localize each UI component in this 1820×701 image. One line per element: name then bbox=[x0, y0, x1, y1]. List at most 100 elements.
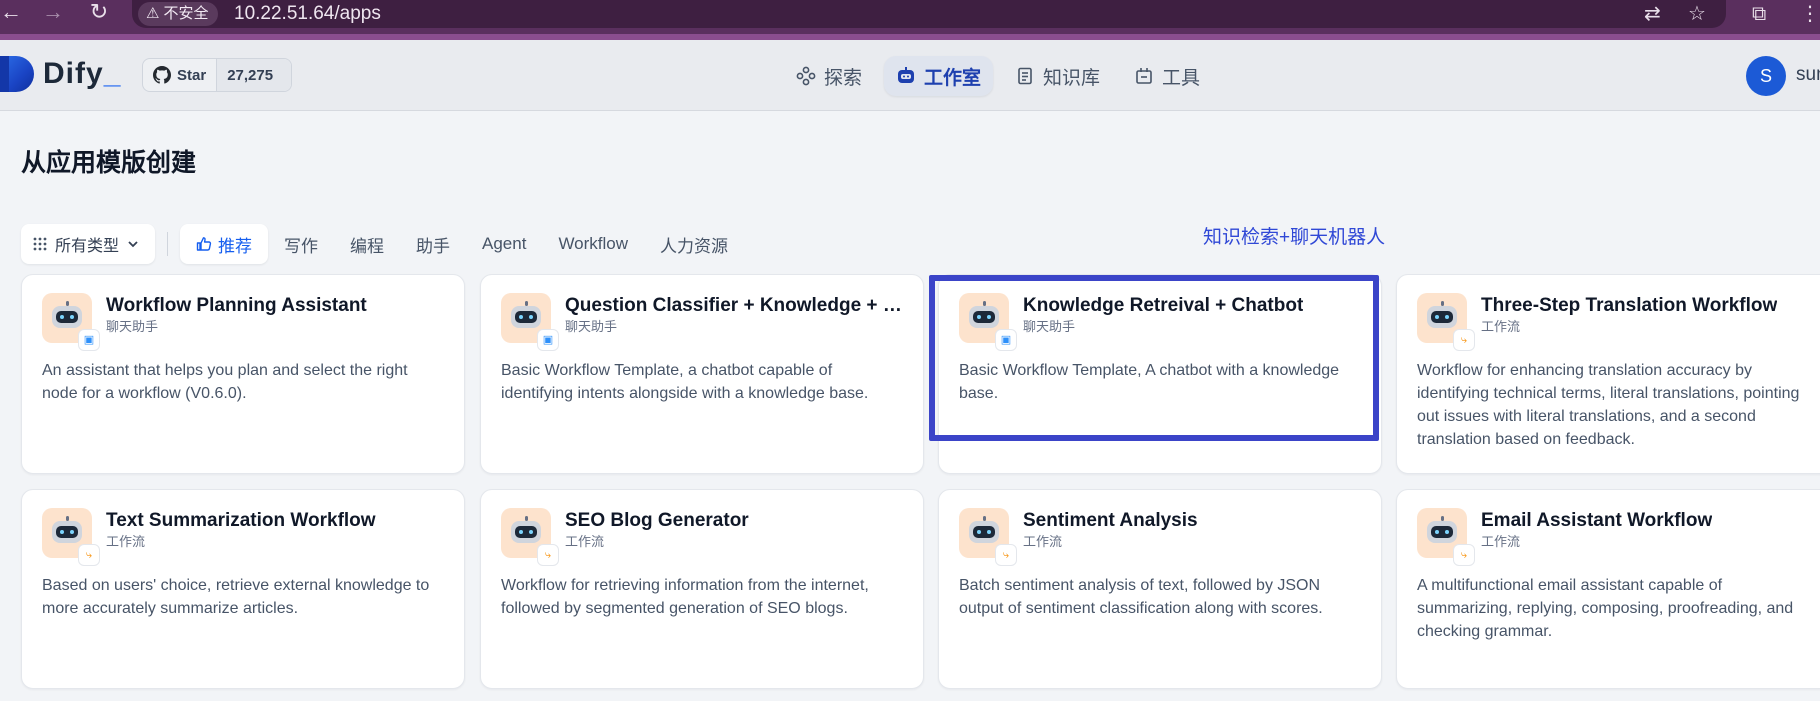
chat-badge-icon: ▣ bbox=[995, 329, 1017, 351]
card-titles: Email Assistant Workflow 工作流 bbox=[1481, 508, 1712, 560]
card-description: Workflow for retrieving information from… bbox=[501, 577, 869, 617]
card-titles: Knowledge Retreival + Chatbot 聊天助手 bbox=[1023, 293, 1303, 345]
github-star-count: 27,275 bbox=[217, 59, 291, 91]
card-type: 聊天助手 bbox=[565, 319, 618, 334]
card-title: Question Classifier + Knowledge + C... bbox=[565, 295, 903, 316]
translate-icon[interactable]: ⇄ bbox=[1644, 2, 1661, 26]
forward-icon[interactable]: → bbox=[38, 0, 68, 30]
github-star-button[interactable]: Star 27,275 bbox=[142, 58, 292, 92]
card-title: Text Summarization Workflow bbox=[106, 510, 376, 531]
warning-icon: ⚠ bbox=[146, 5, 160, 22]
app-icon: ⤷ bbox=[1417, 293, 1475, 351]
template-card[interactable]: ⤷ SEO Blog Generator 工作流 Workflow for retri… bbox=[480, 489, 924, 689]
card-title: Email Assistant Workflow bbox=[1481, 510, 1713, 531]
tab-workflow[interactable]: Workflow bbox=[542, 224, 644, 264]
card-header: ▣ Question Classifier + Knowledge + C... 聊… bbox=[501, 293, 903, 351]
card-type: 聊天助手 bbox=[106, 319, 159, 334]
nav-explore[interactable]: 探索 bbox=[784, 56, 874, 96]
address-bar[interactable]: ⚠ 不安全 10.22.51.64/apps ⇄ ☆ bbox=[132, 0, 1726, 28]
browser-toolbar: ← → ↻ ⚠ 不安全 10.22.51.64/apps ⇄ ☆ ⧉ ⋮ bbox=[0, 0, 1820, 40]
tab-hr[interactable]: 人力资源 bbox=[644, 224, 744, 264]
card-header: ⤷ Sentiment Analysis 工作流 bbox=[959, 508, 1361, 566]
card-description: Workflow for enhancing translation accur… bbox=[1417, 362, 1800, 448]
card-type: 聊天助手 bbox=[1023, 319, 1076, 334]
template-card[interactable]: ▣ Workflow Planning Assistant 聊天助手 An assis… bbox=[21, 274, 465, 474]
workflow-badge-icon: ⤷ bbox=[1453, 329, 1475, 351]
back-icon[interactable]: ← bbox=[0, 0, 26, 30]
template-card[interactable]: ▣ Question Classifier + Knowledge + C... 聊… bbox=[480, 274, 924, 474]
card-type: 工作流 bbox=[106, 534, 146, 549]
card-header: ▣ Workflow Planning Assistant 聊天助手 bbox=[42, 293, 444, 351]
url-text: 10.22.51.64/apps bbox=[234, 3, 381, 24]
card-titles: Workflow Planning Assistant 聊天助手 bbox=[106, 293, 367, 345]
type-filter-dropdown[interactable]: 所有类型 bbox=[21, 224, 155, 264]
template-card[interactable]: ⤷ Text Summarization Workflow 工作流 Based on … bbox=[21, 489, 465, 689]
avatar[interactable]: S bbox=[1746, 56, 1786, 96]
workflow-badge-icon: ⤷ bbox=[537, 544, 559, 566]
app-icon: ▣ bbox=[42, 293, 100, 351]
card-type: 工作流 bbox=[1481, 534, 1521, 549]
nav-studio[interactable]: 工作室 bbox=[884, 56, 994, 96]
card-title: Workflow Planning Assistant bbox=[106, 295, 367, 316]
card-description: Batch sentiment analysis of text, follow… bbox=[959, 577, 1323, 617]
nav-tools[interactable]: 工具 bbox=[1122, 56, 1212, 96]
card-titles: Question Classifier + Knowledge + C... 聊天… bbox=[565, 293, 903, 345]
app-icon: ⤷ bbox=[959, 508, 1017, 566]
template-card[interactable]: ⤷ Three-Step Translation Workflow 工作流 Workf… bbox=[1396, 274, 1820, 474]
dify-logo[interactable]: Dify_ bbox=[0, 56, 121, 92]
nav-knowledge-label: 知识库 bbox=[1043, 67, 1101, 89]
app-icon: ⤷ bbox=[1417, 508, 1475, 566]
username[interactable]: sun bbox=[1796, 64, 1820, 86]
card-header: ⤷ Three-Step Translation Workflow 工作流 bbox=[1417, 293, 1819, 351]
type-filter-label: 所有类型 bbox=[55, 238, 120, 255]
tab-agent[interactable]: Agent bbox=[466, 224, 542, 264]
github-star: Star bbox=[143, 59, 218, 91]
card-description: Based on users' choice, retrieve externa… bbox=[42, 577, 430, 617]
robot-icon bbox=[1427, 301, 1457, 331]
studio-robot-icon bbox=[898, 67, 915, 83]
tab-recommended[interactable]: 推荐 bbox=[180, 224, 268, 264]
nav-knowledge[interactable]: 知识库 bbox=[1003, 56, 1112, 96]
app-icon: ⤷ bbox=[42, 508, 100, 566]
card-title: Sentiment Analysis bbox=[1023, 510, 1198, 531]
card-title: Three-Step Translation Workflow bbox=[1481, 295, 1778, 316]
app-header: Dify_ Star 27,275 探索 工作室 知识库 工具 S sun bbox=[0, 40, 1820, 111]
card-description: Basic Workflow Template, A chatbot with … bbox=[959, 362, 1340, 402]
reload-icon[interactable]: ↻ bbox=[84, 0, 114, 30]
logo-mark-icon bbox=[0, 56, 34, 92]
app-icon: ▣ bbox=[959, 293, 1017, 351]
card-header: ⤷ Text Summarization Workflow 工作流 bbox=[42, 508, 444, 566]
nav-studio-label: 工作室 bbox=[924, 67, 982, 89]
card-titles: Text Summarization Workflow 工作流 bbox=[106, 508, 376, 560]
template-card[interactable]: ▣ Knowledge Retreival + Chatbot 聊天助手 Basic … bbox=[938, 274, 1382, 474]
card-header: ▣ Knowledge Retreival + Chatbot 聊天助手 bbox=[959, 293, 1361, 351]
tab-programming[interactable]: 编程 bbox=[334, 224, 400, 264]
github-icon bbox=[153, 66, 171, 84]
template-card[interactable]: ⤷ Sentiment Analysis 工作流 Batch sentiment an… bbox=[938, 489, 1382, 689]
grid-dots-icon bbox=[33, 237, 47, 251]
knowledge-icon bbox=[1018, 67, 1032, 85]
card-description: An assistant that helps you plan and sel… bbox=[42, 362, 408, 402]
robot-icon bbox=[52, 301, 82, 331]
page-title: 从应用模版创建 bbox=[21, 149, 197, 177]
tools-icon bbox=[1136, 68, 1152, 84]
card-header: ⤷ SEO Blog Generator 工作流 bbox=[501, 508, 903, 566]
security-label: 不安全 bbox=[163, 5, 209, 22]
browser-menu-icon[interactable]: ⋮ bbox=[1800, 2, 1820, 26]
tab-writing[interactable]: 写作 bbox=[268, 224, 334, 264]
extensions-icon[interactable]: ⧉ bbox=[1752, 2, 1766, 26]
card-title: SEO Blog Generator bbox=[565, 510, 749, 531]
card-type: 工作流 bbox=[1481, 319, 1521, 334]
explore-icon bbox=[796, 66, 816, 86]
annotation-text: 知识检索+聊天机器人 bbox=[1203, 227, 1386, 248]
chat-badge-icon: ▣ bbox=[78, 329, 100, 351]
card-title: Knowledge Retreival + Chatbot bbox=[1023, 295, 1304, 316]
security-indicator[interactable]: ⚠ 不安全 bbox=[138, 2, 219, 26]
card-header: ⤷ Email Assistant Workflow 工作流 bbox=[1417, 508, 1819, 566]
chat-badge-icon: ▣ bbox=[537, 329, 559, 351]
workflow-badge-icon: ⤷ bbox=[78, 544, 100, 566]
template-card[interactable]: ⤷ Email Assistant Workflow 工作流 A multifunct… bbox=[1396, 489, 1820, 689]
card-description: A multifunctional email assistant capabl… bbox=[1417, 577, 1794, 640]
tab-assistant[interactable]: 助手 bbox=[400, 224, 466, 264]
bookmark-star-icon[interactable]: ☆ bbox=[1688, 2, 1706, 26]
